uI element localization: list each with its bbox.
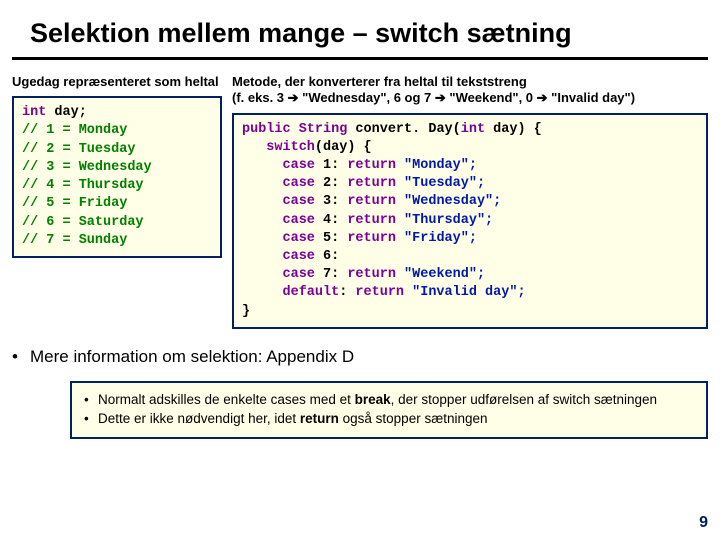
bullet-dot-icon: • bbox=[84, 410, 98, 429]
subhead-ex2: "Wednesday", 6 og 7 bbox=[299, 90, 435, 105]
kw-return: return bbox=[347, 213, 396, 228]
title-rule bbox=[12, 57, 708, 60]
switch-expr: (day) { bbox=[315, 140, 372, 155]
kw-case: case bbox=[242, 176, 315, 191]
note-line-1: •Normalt adskilles de enkelte cases med … bbox=[84, 391, 694, 410]
str-lit: "Invalid day"; bbox=[404, 285, 526, 300]
content-row: Ugedag repræsenteret som heltal int day;… bbox=[0, 74, 720, 329]
note2a: Dette er ikke nødvendigt her, idet bbox=[98, 411, 300, 426]
subhead-ex1: (f. eks. 3 bbox=[232, 90, 288, 105]
str-lit: "Monday"; bbox=[396, 158, 477, 173]
note-box: •Normalt adskilles de enkelte cases med … bbox=[70, 381, 708, 439]
page-number: 9 bbox=[699, 514, 708, 532]
decl-rest: day; bbox=[46, 105, 87, 120]
bullet-dot-icon: • bbox=[12, 347, 30, 367]
note1b: , der stopper udførelsen af switch sætni… bbox=[391, 392, 657, 407]
kw-default: default bbox=[242, 285, 339, 300]
note2b: også stopper sætningen bbox=[339, 411, 488, 426]
case-num: 2: bbox=[315, 176, 347, 191]
kw-case: case bbox=[242, 267, 315, 282]
kw-return: return bbox=[347, 158, 396, 173]
str-lit: "Weekend"; bbox=[396, 267, 485, 282]
case-num: 5: bbox=[315, 231, 347, 246]
kw-return: return bbox=[355, 285, 404, 300]
kw-return: return bbox=[347, 176, 396, 191]
arrow-icon: ➔ bbox=[537, 90, 548, 105]
comment-4: // 4 = Thursday bbox=[22, 178, 144, 193]
case-num: 1: bbox=[315, 158, 347, 173]
left-codebox: int day; // 1 = Monday // 2 = Tuesday //… bbox=[12, 96, 222, 258]
str-lit: "Friday"; bbox=[396, 231, 477, 246]
str-lit: "Tuesday"; bbox=[396, 176, 485, 191]
kw-case: case bbox=[242, 231, 315, 246]
comment-5: // 5 = Friday bbox=[22, 196, 127, 211]
kw-switch: switch bbox=[242, 140, 315, 155]
default-colon: : bbox=[339, 285, 355, 300]
note-line-2: •Dette er ikke nødvendigt her, idet retu… bbox=[84, 410, 694, 429]
subhead-ex4: "Invalid day") bbox=[548, 90, 635, 105]
str-lit: "Thursday"; bbox=[396, 213, 493, 228]
right-codebox: public String convert. Day(int day) { sw… bbox=[232, 113, 708, 329]
kw-return: return bbox=[347, 267, 396, 282]
right-subhead: Metode, der konverterer fra heltal til t… bbox=[232, 74, 708, 107]
type-string: String bbox=[291, 122, 348, 137]
note1-kw: break bbox=[355, 392, 391, 407]
kw-case: case bbox=[242, 249, 315, 264]
close-brace: } bbox=[242, 304, 250, 319]
note1a: Normalt adskilles de enkelte cases med e… bbox=[98, 392, 355, 407]
sig-end: day) { bbox=[485, 122, 542, 137]
comment-2: // 2 = Tuesday bbox=[22, 142, 135, 157]
kw-return: return bbox=[347, 231, 396, 246]
arrow-icon: ➔ bbox=[435, 90, 446, 105]
bullet-row: •Mere information om selektion: Appendix… bbox=[12, 347, 720, 367]
str-lit: "Wednesday"; bbox=[396, 194, 501, 209]
case-num: 4: bbox=[315, 213, 347, 228]
comment-1: // 1 = Monday bbox=[22, 123, 127, 138]
slide-title: Selektion mellem mange – switch sætning bbox=[0, 0, 720, 57]
left-subhead: Ugedag repræsenteret som heltal bbox=[12, 74, 222, 90]
subhead-line1: Metode, der konverterer fra heltal til t… bbox=[232, 74, 527, 89]
kw-public: public bbox=[242, 122, 291, 137]
kw-case: case bbox=[242, 194, 315, 209]
kw-case: case bbox=[242, 158, 315, 173]
kw-int: int bbox=[22, 105, 46, 120]
case-num: 3: bbox=[315, 194, 347, 209]
comment-7: // 7 = Sunday bbox=[22, 233, 127, 248]
case-num: 6: bbox=[315, 249, 339, 264]
bullet-dot-icon: • bbox=[84, 391, 98, 410]
arrow-icon: ➔ bbox=[288, 90, 299, 105]
right-column: Metode, der konverterer fra heltal til t… bbox=[232, 74, 708, 329]
left-column: Ugedag repræsenteret som heltal int day;… bbox=[12, 74, 222, 329]
comment-6: // 6 = Saturday bbox=[22, 215, 144, 230]
subhead-ex3: "Weekend", 0 bbox=[446, 90, 537, 105]
kw-int: int bbox=[461, 122, 485, 137]
note2-kw: return bbox=[300, 411, 339, 426]
kw-return: return bbox=[347, 194, 396, 209]
kw-case: case bbox=[242, 213, 315, 228]
case-num: 7: bbox=[315, 267, 347, 282]
bullet-text: Mere information om selektion: Appendix … bbox=[30, 347, 354, 366]
meth-name: convert. Day( bbox=[347, 122, 460, 137]
comment-3: // 3 = Wednesday bbox=[22, 160, 152, 175]
